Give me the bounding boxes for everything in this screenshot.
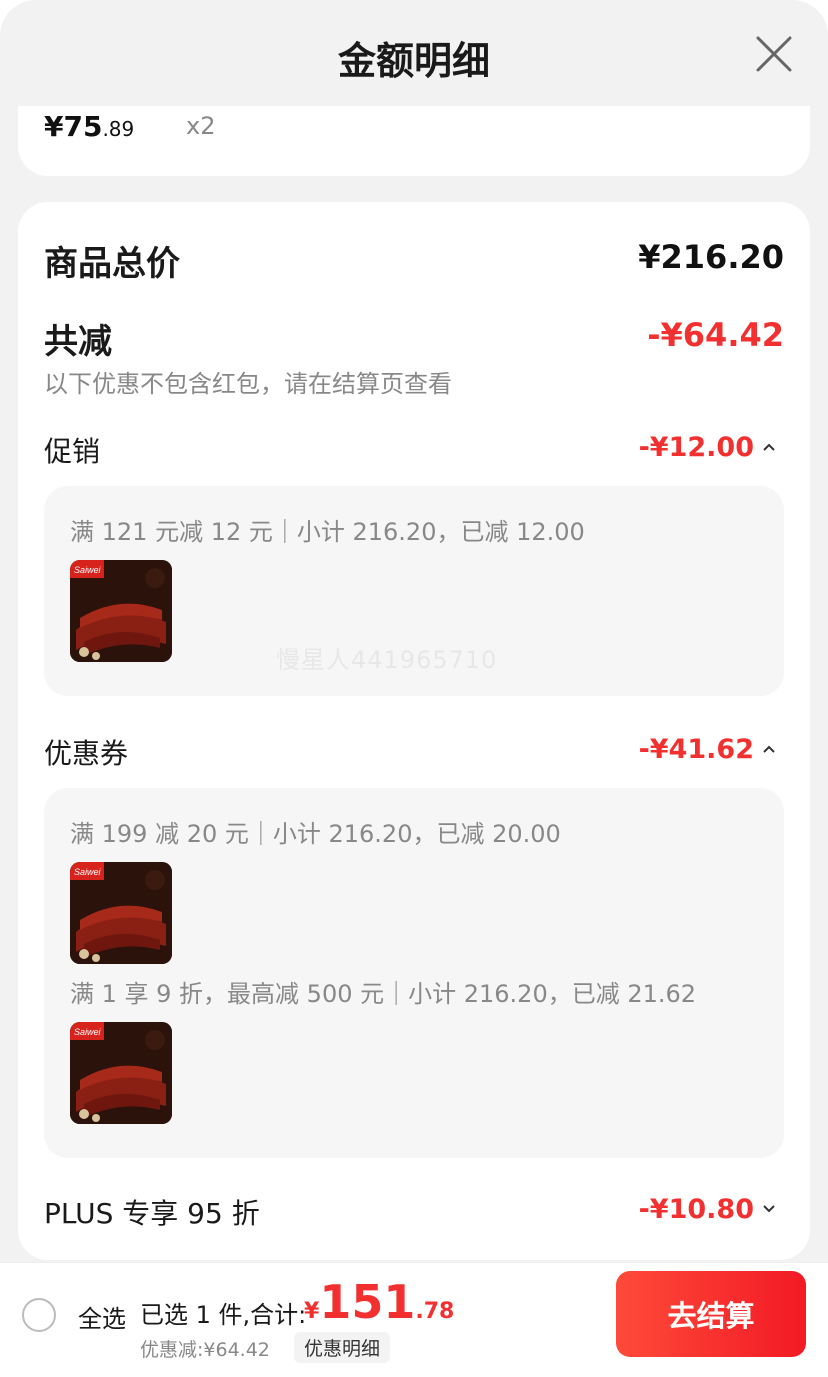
product-thumbnail[interactable]: Saiwei [70,560,172,662]
coupon-label[interactable]: 优惠券 [44,732,128,772]
selected-count-text: 已选 1 件,合计: [140,1301,307,1329]
close-icon[interactable] [754,34,794,74]
plus-discount-label[interactable]: PLUS 专享 95 折 [44,1192,260,1232]
coupon-rule-line-1: 满 199 减 20 元｜小计 216.20，已减 20.00 [70,820,561,848]
amount-detail-sheet: 金额明细 ¥75.89 x2 商品总价 ¥216.20 共减 -¥64.42 以… [0,0,828,1262]
select-all-radio[interactable] [22,1298,56,1332]
price-breakdown-card: 商品总价 ¥216.20 共减 -¥64.42 以下优惠不包含红包，请在结算页查… [18,202,810,1260]
checkout-bar: 全选 已选 1 件,合计: ¥151.78 优惠减:¥64.42 优惠明细 去结… [0,1262,828,1377]
total-price: ¥151.78 [304,1275,455,1329]
reduce-label: 共减 [44,322,112,362]
sheet-title: 金额明细 [337,39,490,83]
promo-rule-line: 满 121 元减 12 元｜小计 216.20，已减 12.00 [70,518,585,546]
item-quantity: x2 [186,112,216,140]
svg-text:Saiwei: Saiwei [74,565,102,575]
watermark: 慢星人441965710 [276,646,498,674]
total-value: ¥216.20 [638,238,784,276]
svg-text:Saiwei: Saiwei [74,1027,102,1037]
promo-value[interactable]: -¥12.00 [639,432,754,463]
discount-detail-button[interactable]: 优惠明细 [294,1332,391,1363]
sheet-header: 金额明细 [0,0,828,106]
product-thumbnail[interactable]: Saiwei [70,862,172,964]
chevron-down-icon[interactable] [762,1202,776,1216]
product-item-card: ¥75.89 x2 [18,106,810,176]
promo-label[interactable]: 促销 [44,430,100,470]
coupon-detail-box: 满 199 减 20 元｜小计 216.20，已减 20.00 Saiwei 满… [44,788,784,1158]
product-thumbnail[interactable]: Saiwei [70,1022,172,1124]
item-price: ¥75.89 [44,110,135,143]
checkout-button[interactable]: 去结算 [616,1271,806,1357]
discount-note: 以下优惠不包含红包，请在结算页查看 [44,370,452,398]
total-label: 商品总价 [44,244,180,284]
chevron-up-icon[interactable] [762,742,776,756]
select-all-label[interactable]: 全选 [78,1299,126,1334]
svg-text:Saiwei: Saiwei [74,867,102,877]
discount-summary: 优惠减:¥64.42 [140,1339,270,1361]
reduce-value: -¥64.42 [647,316,784,354]
chevron-up-icon[interactable] [762,440,776,454]
coupon-value[interactable]: -¥41.62 [639,734,754,765]
coupon-rule-line-2: 满 1 享 9 折，最高减 500 元｜小计 216.20，已减 21.62 [70,980,697,1008]
plus-discount-value[interactable]: -¥10.80 [639,1194,754,1225]
